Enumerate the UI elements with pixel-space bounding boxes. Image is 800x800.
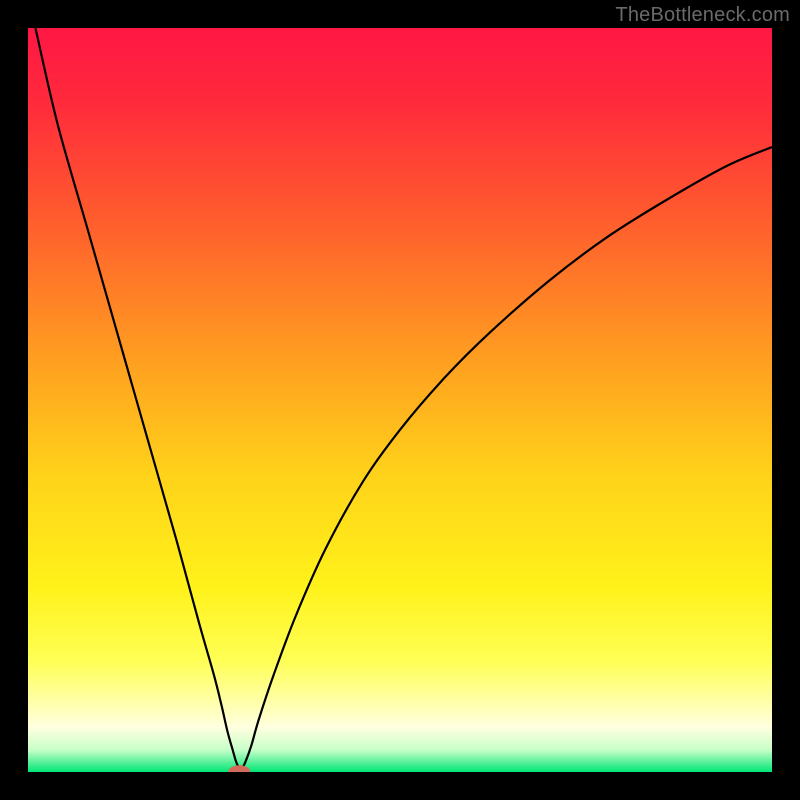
gradient-background — [28, 28, 772, 772]
chart-frame: TheBottleneck.com — [0, 0, 800, 800]
plot-area — [28, 28, 772, 772]
watermark-text: TheBottleneck.com — [615, 4, 790, 27]
chart-svg — [28, 28, 772, 772]
